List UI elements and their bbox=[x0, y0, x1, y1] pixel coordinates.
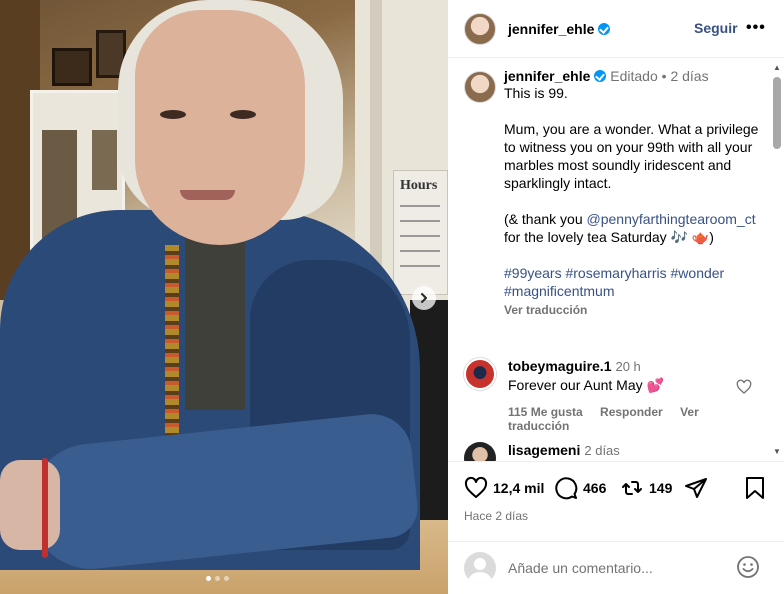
commenter-avatar[interactable] bbox=[464, 358, 496, 390]
carousel-dot bbox=[215, 576, 220, 581]
comment-reply-button[interactable]: Responder bbox=[600, 405, 663, 419]
sign-line bbox=[400, 205, 440, 207]
like-button[interactable]: 12,4 mil bbox=[464, 476, 544, 500]
post-timestamp[interactable]: Hace 2 días bbox=[464, 509, 528, 523]
emoji-button[interactable] bbox=[736, 555, 760, 582]
cabinet-glass bbox=[92, 130, 117, 190]
carousel-next-button[interactable] bbox=[412, 286, 436, 310]
eye bbox=[230, 110, 256, 119]
sign-line bbox=[400, 220, 440, 222]
caption-body: jennifer_ehle Editado • 2 días This is 9… bbox=[504, 68, 766, 317]
current-user-avatar bbox=[464, 552, 496, 584]
heart-icon bbox=[464, 476, 488, 498]
verified-badge-icon bbox=[598, 22, 611, 35]
repost-button[interactable]: 149 bbox=[620, 476, 672, 500]
likes-count[interactable]: 12,4 mil bbox=[493, 480, 544, 496]
add-comment-bar: Añade un comentario... bbox=[448, 541, 784, 594]
blouse bbox=[185, 230, 245, 410]
comment-like-icon[interactable] bbox=[736, 379, 752, 398]
commenter-username[interactable]: lisagemeni bbox=[508, 442, 580, 458]
commenter-username[interactable]: tobeymaguire.1 bbox=[508, 358, 611, 374]
comment-header: tobeymaguire.1 20 h bbox=[508, 358, 738, 374]
comment-body: lisagemeni 2 días bbox=[508, 442, 738, 461]
post-side-panel: jennifer_ehle Seguir ••• jennifer_ehle E… bbox=[448, 0, 784, 594]
follow-button[interactable]: Seguir bbox=[694, 20, 738, 36]
cardigan-trim bbox=[165, 245, 179, 435]
comment-header: lisagemeni 2 días bbox=[508, 442, 738, 458]
post-photo[interactable]: Hours bbox=[0, 0, 448, 594]
smiley-icon bbox=[737, 555, 759, 578]
see-translation-button[interactable]: Ver traducción bbox=[504, 303, 766, 317]
separator: • bbox=[661, 68, 667, 84]
post-header: jennifer_ehle Seguir ••• bbox=[448, 0, 784, 58]
post-actions-bar: 12,4 mil 466 149 Hace 2 días bbox=[448, 461, 784, 541]
post-age: 2 días bbox=[670, 68, 709, 84]
picture-frame bbox=[52, 48, 92, 86]
comment-text: Forever our Aunt May 💕 bbox=[508, 377, 664, 393]
comment-item: lisagemeni 2 días bbox=[464, 442, 738, 461]
carousel-indicator bbox=[206, 576, 229, 581]
comment-body: tobeymaguire.1 20 h Forever our Aunt May … bbox=[508, 358, 738, 433]
more-options-icon[interactable]: ••• bbox=[746, 19, 766, 37]
repost-icon bbox=[622, 481, 642, 495]
caption-text: This is 99. Mum, you are a wonder. What … bbox=[504, 84, 766, 300]
caption-header: jennifer_ehle Editado • 2 días bbox=[504, 68, 766, 84]
comment-input[interactable]: Añade un comentario... bbox=[508, 560, 736, 576]
sign-line bbox=[400, 250, 440, 252]
author-username[interactable]: jennifer_ehle bbox=[508, 21, 594, 37]
bookmark-icon bbox=[746, 477, 764, 499]
comments-count: 466 bbox=[583, 480, 607, 496]
red-bracelet bbox=[42, 458, 48, 558]
hand bbox=[0, 460, 60, 550]
caption-mention-link[interactable]: @pennyfarthingtearoom_ct bbox=[587, 211, 756, 227]
post-caption-block: jennifer_ehle Editado • 2 días This is 9… bbox=[464, 68, 766, 317]
eye bbox=[160, 110, 186, 119]
chevron-right-icon bbox=[421, 293, 427, 303]
comments-scroll-area[interactable]: jennifer_ehle Editado • 2 días This is 9… bbox=[448, 59, 770, 461]
carousel-dot bbox=[224, 576, 229, 581]
carousel-dot-active bbox=[206, 576, 211, 581]
comment-bubble-icon bbox=[555, 477, 578, 500]
heart-outline-icon bbox=[736, 379, 752, 394]
comment-button[interactable]: 466 bbox=[554, 476, 606, 500]
caption-intro: This is 99. Mum, you are a wonder. What … bbox=[504, 85, 759, 227]
scroll-down-arrow-icon[interactable]: ▼ bbox=[773, 447, 781, 456]
share-button[interactable] bbox=[684, 476, 708, 500]
commenter-avatar[interactable] bbox=[464, 442, 496, 461]
comment-likes-count[interactable]: 115 Me gusta bbox=[508, 405, 583, 419]
comment-time: 2 días bbox=[584, 443, 620, 458]
sign-line bbox=[400, 265, 440, 267]
face bbox=[135, 10, 305, 245]
comment-item: tobeymaguire.1 20 h Forever our Aunt May … bbox=[464, 358, 738, 433]
comment-time: 20 h bbox=[615, 359, 641, 374]
scrollbar-thumb[interactable] bbox=[773, 77, 781, 149]
verified-badge-icon bbox=[594, 70, 607, 82]
caption-hashtags[interactable]: #99years #rosemaryharris #wonder #magnif… bbox=[504, 265, 728, 299]
scrollbar[interactable]: ▲ ▼ bbox=[770, 59, 784, 461]
paper-plane-icon bbox=[685, 478, 707, 498]
author-avatar[interactable] bbox=[464, 12, 496, 45]
author-username[interactable]: jennifer_ehle bbox=[504, 68, 590, 84]
edited-label: Editado bbox=[610, 68, 658, 84]
mouth bbox=[180, 190, 235, 200]
comment-actions: 115 Me gusta Responder Ver traducción bbox=[508, 405, 738, 433]
sign-line bbox=[400, 235, 440, 237]
author-avatar[interactable] bbox=[464, 71, 496, 103]
scroll-up-arrow-icon[interactable]: ▲ bbox=[773, 63, 781, 72]
save-button[interactable] bbox=[744, 476, 766, 500]
reposts-count: 149 bbox=[649, 480, 673, 496]
sign-title: Hours bbox=[400, 178, 438, 193]
